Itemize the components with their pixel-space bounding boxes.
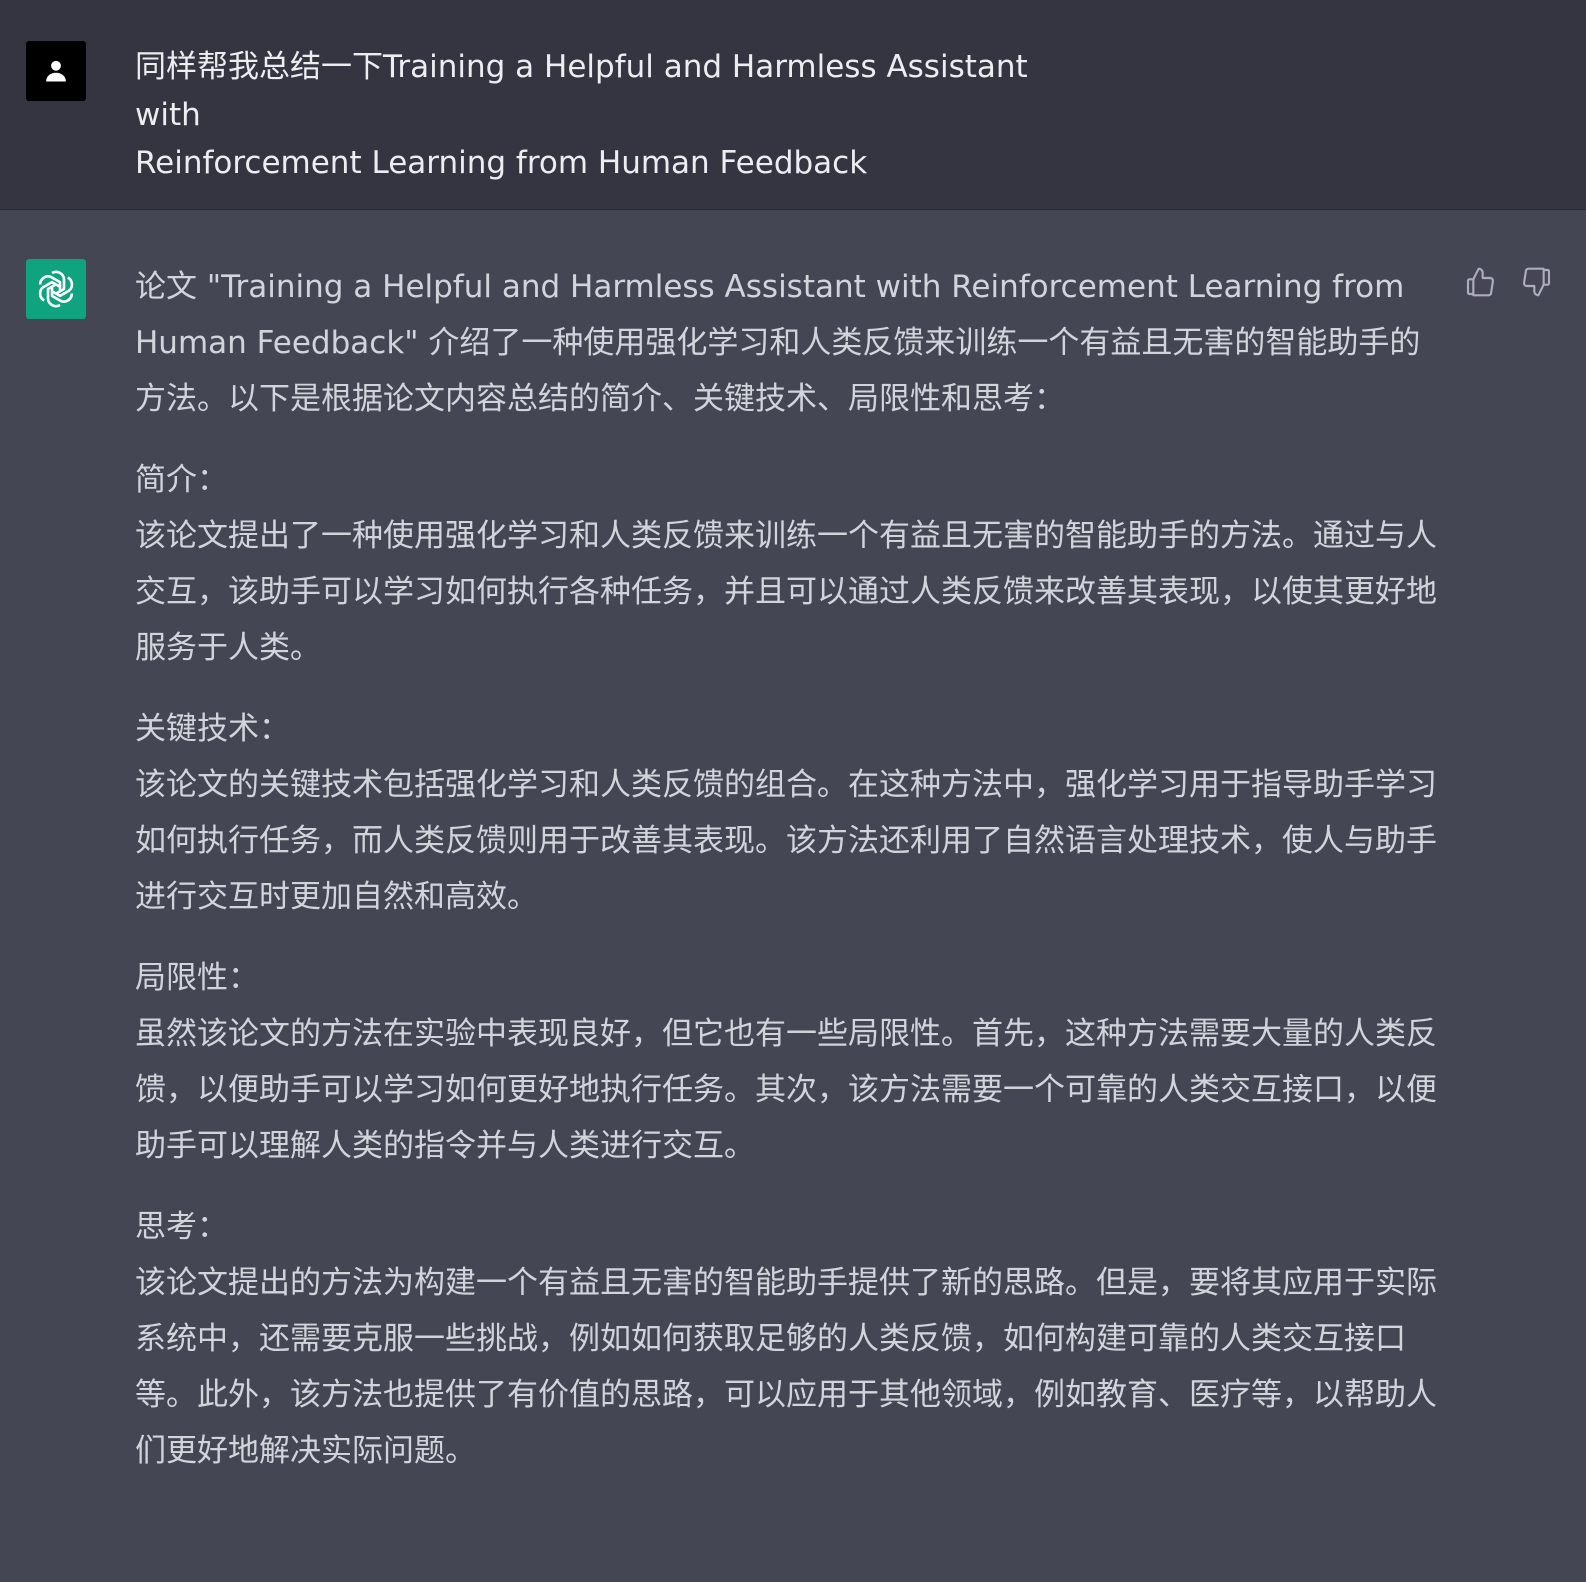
openai-logo-icon [38,270,74,308]
section-body: 虽然该论文的方法在实验中表现良好，但它也有一些局限性。首先，这种方法需要大量的人… [135,1016,1437,1164]
section-body: 该论文提出了一种使用强化学习和人类反馈来训练一个有益且无害的智能助手的方法。通过… [135,518,1437,666]
user-message: 同样帮我总结一下Training a Helpful and Harmless … [0,0,1586,210]
intro-paragraph: 论文 "Training a Helpful and Harmless Assi… [135,269,1421,417]
section-intro: 简介： 该论文提出了一种使用强化学习和人类反馈来训练一个有益且无害的智能助手的方… [135,452,1440,676]
section-heading: 简介： [135,462,228,498]
user-icon [46,60,66,82]
section-heading: 思考： [135,1209,228,1245]
assistant-message: 论文 "Training a Helpful and Harmless Assi… [0,210,1586,1582]
user-avatar [26,41,86,101]
user-message-line: 同样帮我总结一下Training a Helpful and Harmless … [135,49,1028,133]
section-body: 该论文提出的方法为构建一个有益且无害的智能助手提供了新的思路。但是，要将其应用于… [135,1265,1437,1469]
section-heading: 关键技术： [135,711,290,747]
section-body: 该论文的关键技术包括强化学习和人类反馈的组合。在这种方法中，强化学习用于指导助手… [135,767,1437,915]
section-thoughts: 思考： 该论文提出的方法为构建一个有益且无害的智能助手提供了新的思路。但是，要将… [135,1199,1440,1479]
user-message-text: 同样帮我总结一下Training a Helpful and Harmless … [135,43,1095,187]
thumbs-up-button[interactable] [1460,262,1500,302]
user-message-line: Reinforcement Learning from Human Feedba… [135,145,868,181]
section-limitations: 局限性： 虽然该论文的方法在实验中表现良好，但它也有一些局限性。首先，这种方法需… [135,950,1440,1174]
assistant-avatar [26,259,86,319]
assistant-message-text: 论文 "Training a Helpful and Harmless Assi… [135,259,1440,1504]
thumbs-down-icon [1523,267,1551,297]
section-key-techniques: 关键技术： 该论文的关键技术包括强化学习和人类反馈的组合。在这种方法中，强化学习… [135,701,1440,925]
thumbs-up-icon [1466,267,1494,297]
section-heading: 局限性： [135,960,259,996]
thumbs-down-button[interactable] [1517,262,1557,302]
